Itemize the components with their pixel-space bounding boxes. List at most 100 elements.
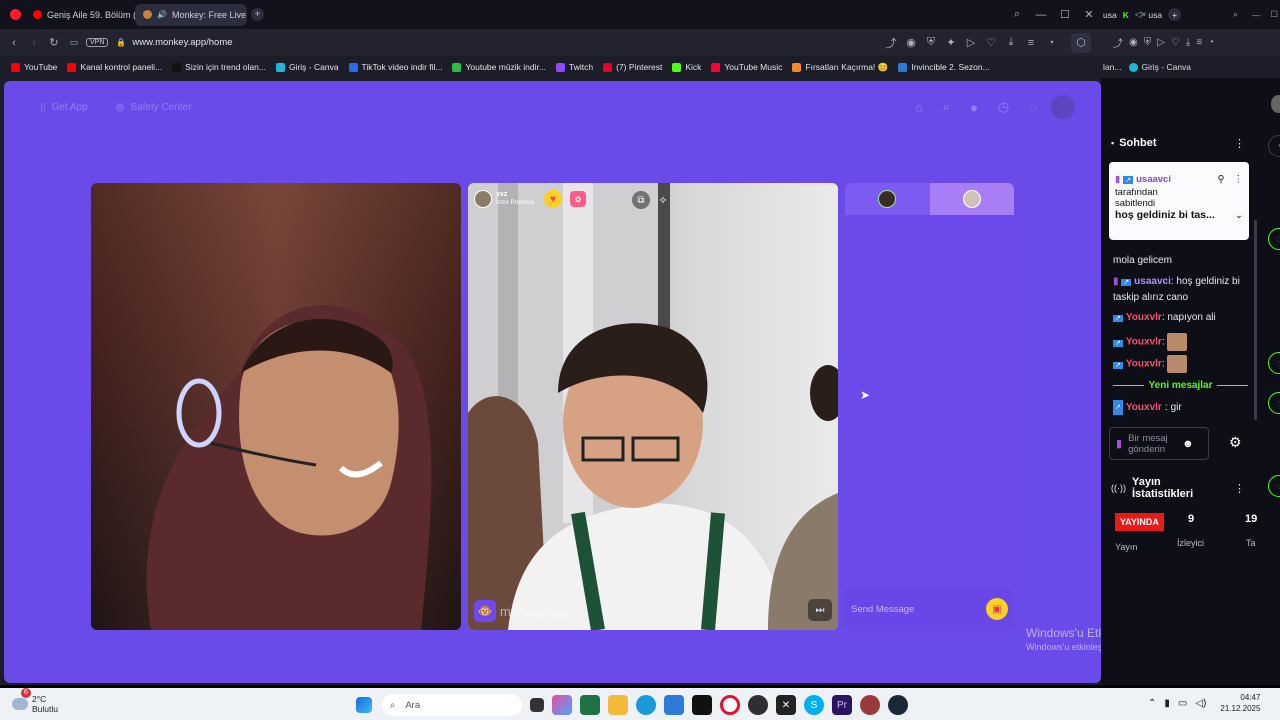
maximize-icon[interactable]: ☐ (1270, 9, 1278, 20)
settings-icon[interactable]: ⚙ (1229, 434, 1242, 451)
new-tab-icon[interactable]: + (1168, 8, 1182, 21)
rail-icon[interactable]: ◌ (1268, 352, 1280, 374)
search-icon[interactable]: ⌕ (1233, 9, 1238, 20)
get-app-button[interactable]: ▯ Get App (40, 102, 88, 113)
effects-icon[interactable]: ✧ (654, 191, 672, 209)
tab-title[interactable]: usa (1148, 10, 1162, 20)
tab-title[interactable]: usa (1103, 10, 1117, 20)
taskbar-search[interactable]: ⌕ Ara (382, 694, 522, 716)
shop-icon[interactable]: ⌂ (915, 100, 923, 115)
heart-icon[interactable]: ♥ (544, 190, 563, 208)
maximize-icon[interactable]: ☐ (1055, 5, 1075, 25)
chevron-down-icon[interactable]: ⌄ (1235, 210, 1243, 221)
share-icon[interactable]: ⤴ (881, 33, 901, 53)
extension-icon[interactable]: ✦ (941, 33, 961, 53)
more-icon[interactable]: ⋮ (1234, 174, 1244, 185)
edge-icon[interactable] (636, 695, 656, 715)
peer-avatar[interactable] (474, 190, 492, 208)
chat-user[interactable]: Youxvlr (1126, 337, 1162, 348)
menu-icon[interactable]: ≡ (1021, 33, 1041, 53)
sheets-icon[interactable] (580, 695, 600, 715)
bookmark-item[interactable]: Giriş - Canva (1129, 62, 1191, 72)
download-icon[interactable]: ⤓ (1001, 33, 1021, 53)
gift-icon[interactable]: ▣ (986, 598, 1008, 620)
opera-icon[interactable] (10, 9, 21, 20)
chat-user[interactable]: Youxvlr (1126, 312, 1162, 323)
obs-icon[interactable] (748, 695, 768, 715)
more-icon[interactable]: ⋮ (1234, 137, 1245, 150)
bookmark-item[interactable]: Kanal kontrol paneli... (62, 62, 167, 72)
shield-icon[interactable]: ⛨ (1144, 37, 1152, 48)
camera-icon[interactable]: ◉ (1129, 37, 1138, 48)
tab-peer-1[interactable] (845, 183, 930, 215)
opera-icon[interactable] (720, 695, 740, 715)
rail-icon[interactable]: ◔ (1268, 135, 1280, 157)
bookmark-item[interactable]: Youtube müzik indir... (447, 62, 550, 72)
rail-icon[interactable]: ◌ (1268, 475, 1280, 497)
tab-peer-2[interactable] (929, 183, 1014, 215)
safety-center-button[interactable]: ◍ Safety Center (116, 102, 192, 113)
task-view-icon[interactable] (530, 698, 544, 712)
bookmark-item[interactable]: Giriş - Canva (271, 62, 344, 72)
more-icon[interactable]: ⋮ (1234, 482, 1245, 495)
heart-icon[interactable]: ♡ (981, 33, 1001, 53)
chevron-up-icon[interactable]: ⌃ (1148, 698, 1156, 709)
skip-icon[interactable]: ⏭ (808, 599, 832, 621)
send-message-input[interactable]: Send Message (851, 604, 986, 615)
coin-icon[interactable]: ● (970, 100, 978, 115)
skype-icon[interactable]: S (804, 695, 824, 715)
emoji-icon[interactable]: ☻ (1182, 438, 1194, 450)
camera-icon[interactable]: ◉ (901, 33, 921, 53)
minimize-icon[interactable]: — (1031, 5, 1051, 25)
store-icon[interactable] (664, 695, 684, 715)
chat-input[interactable]: ▮ Bir mesaj gönderin ☻ (1109, 427, 1209, 460)
bookmark-item[interactable]: lan... (1103, 62, 1121, 72)
chat-user[interactable]: usaavci (1134, 276, 1171, 287)
bookmark-item[interactable]: Invincible 2. Sezon... (893, 62, 994, 72)
folder-icon[interactable] (608, 695, 628, 715)
avatar[interactable] (1051, 95, 1075, 119)
cube-icon[interactable]: ⬡ (1071, 32, 1091, 53)
bookmark-item[interactable]: Twitch (551, 62, 598, 72)
pinned-message[interactable]: ▮ ↗ usaavci ⚲ ⋮ tarafından sabitlendi ho… (1109, 162, 1249, 240)
chat-user[interactable]: Youxvlr (1126, 400, 1162, 415)
copilot-icon[interactable] (552, 695, 572, 715)
chat-scrollbar[interactable] (1254, 220, 1257, 420)
bookmark-item[interactable]: (7) Pinterest (598, 62, 667, 72)
close-icon[interactable]: ✕ (1079, 5, 1099, 25)
tab-monkey[interactable]: 🔊 Monkey: Free Live Vid... (135, 3, 247, 26)
reload-icon[interactable]: ↻ (44, 33, 64, 53)
rail-icon[interactable]: ◌ (1268, 228, 1280, 250)
back-icon[interactable]: ‹ (4, 33, 24, 53)
bookmark-item[interactable]: Sizin için trend olan... (167, 62, 271, 72)
tab-snap-icon[interactable]: ▭ (64, 33, 84, 53)
pin-icon[interactable]: ⚲ (1218, 174, 1225, 185)
vpn-badge[interactable]: VPN (86, 38, 109, 47)
windows-start-icon[interactable] (356, 697, 372, 713)
kick-icon[interactable]: K (1123, 10, 1129, 20)
bookmark-item[interactable]: TikTok video indir fil... (344, 62, 448, 72)
bookmark-item[interactable]: Kick (667, 62, 706, 72)
gift-icon[interactable]: ✿ (570, 191, 587, 207)
capcut-pro-icon[interactable]: ✕ (776, 695, 796, 715)
mic-icon[interactable]: ▮ (1164, 698, 1170, 709)
pip-icon[interactable]: ⧉ (632, 191, 650, 209)
volume-icon[interactable]: ◁) (1195, 698, 1206, 709)
bookmark-item[interactable]: Fırsatları Kaçırma! 😊 (787, 62, 893, 73)
app-icon[interactable] (860, 695, 880, 715)
play-icon[interactable]: ▷ (961, 33, 981, 53)
capcut-icon[interactable] (692, 695, 712, 715)
premiere-icon[interactable]: Pr (832, 695, 852, 715)
profile-avatar[interactable] (1271, 95, 1280, 113)
download-icon[interactable]: ⤓ (1186, 37, 1190, 48)
bookmark-item[interactable]: YouTube (6, 62, 62, 72)
menu-icon[interactable]: ≡ (1196, 37, 1202, 48)
messages-icon[interactable]: ◌ (1029, 100, 1037, 115)
display-icon[interactable]: ▭ (1178, 698, 1187, 709)
weather-widget[interactable]: 6 2°C Bulutlu (12, 688, 58, 714)
steam-icon[interactable] (888, 695, 908, 715)
profile-icon[interactable]: ◔ (1041, 33, 1061, 53)
bookmark-item[interactable]: YouTube Music (706, 62, 787, 72)
shield-icon[interactable]: ⛨ (921, 33, 941, 53)
profile-icon[interactable]: ◔ (1208, 37, 1214, 48)
